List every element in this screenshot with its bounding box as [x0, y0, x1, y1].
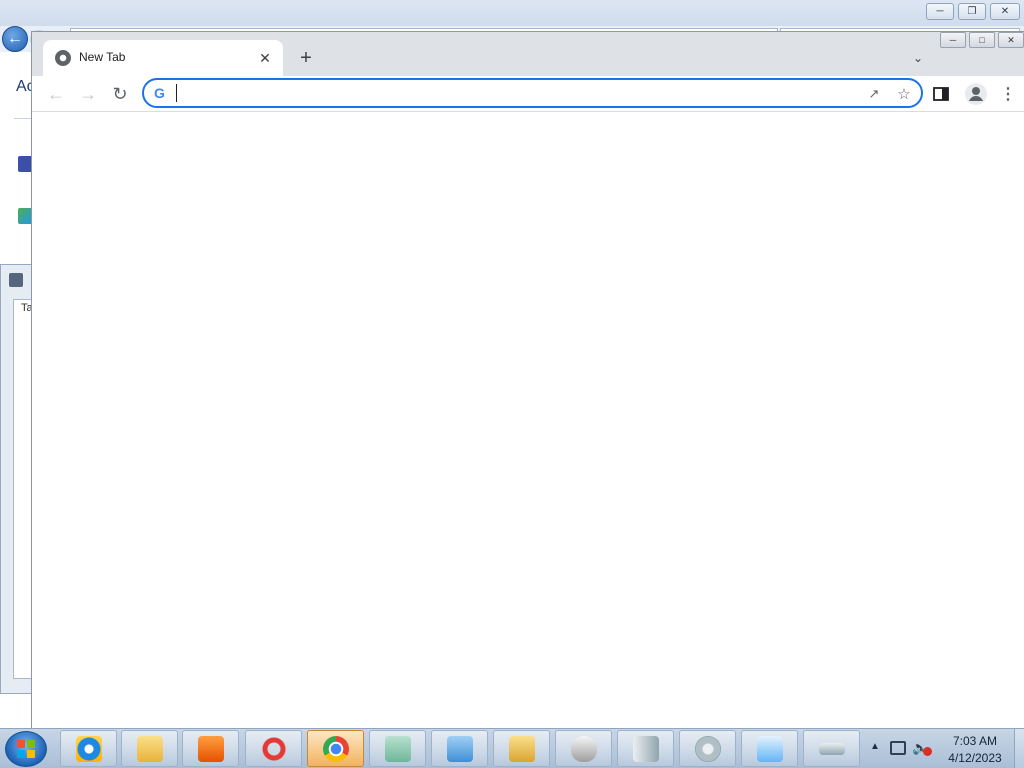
- chrome-icon: [322, 735, 349, 762]
- new-tab-button[interactable]: +: [294, 46, 318, 70]
- document-icon: [384, 735, 411, 762]
- clock-date[interactable]: 4/12/2023: [944, 751, 1006, 765]
- close-button[interactable]: ✕: [998, 32, 1024, 48]
- folder-check-icon: [508, 735, 535, 762]
- star-icon[interactable]: ☆: [895, 85, 913, 103]
- chrome-window: ─ □ ✕ New Tab ✕ + ⌄ ← → ↻ G ↗ ☆ ⋮: [31, 31, 1024, 729]
- start-button[interactable]: [5, 731, 47, 767]
- system-tray: ▲ 🔈 7:03 AM 4/12/2023: [866, 729, 1024, 768]
- taskbar-date-time-settings[interactable]: [741, 730, 798, 767]
- window-icon: [9, 273, 23, 287]
- background-window-titlebar: ─ ❐ ✕: [0, 0, 1024, 26]
- taskbar-document-app[interactable]: [369, 730, 426, 767]
- calendar-clock-icon: [756, 735, 783, 762]
- taskbar-sound-settings[interactable]: [679, 730, 736, 767]
- taskbar-server-app[interactable]: [617, 730, 674, 767]
- minimize-button[interactable]: ─: [926, 3, 954, 20]
- taskbar-file-explorer[interactable]: [121, 730, 178, 767]
- chrome-toolbar: ← → ↻ G ↗ ☆ ⋮: [32, 76, 1024, 112]
- address-input[interactable]: [176, 84, 816, 102]
- back-arrow-icon[interactable]: ←: [2, 26, 28, 52]
- close-button[interactable]: ✕: [990, 3, 1020, 20]
- taskbar: ▲ 🔈 7:03 AM 4/12/2023: [0, 728, 1024, 768]
- reload-icon[interactable]: ↻: [107, 81, 133, 107]
- mouse-icon: [570, 735, 597, 762]
- ccleaner-icon: [260, 735, 287, 762]
- media-player-icon: [197, 735, 224, 762]
- close-icon[interactable]: ✕: [255, 48, 275, 68]
- keyboard-icon: [818, 742, 845, 755]
- maximize-button[interactable]: □: [969, 32, 995, 48]
- control-panel-icon: [446, 735, 473, 762]
- taskbar-media-player[interactable]: [182, 730, 239, 767]
- mute-badge-icon: [923, 747, 932, 756]
- window-controls: ─ □ ✕: [937, 32, 1024, 50]
- tab-title: New Tab: [79, 50, 126, 64]
- forward-arrow-icon[interactable]: →: [75, 81, 101, 107]
- clock-time[interactable]: 7:03 AM: [944, 734, 1006, 748]
- taskbar-mouse-settings[interactable]: [555, 730, 612, 767]
- server-icon: [632, 735, 659, 762]
- google-g-icon: G: [154, 85, 165, 101]
- restore-button[interactable]: ❐: [958, 3, 986, 20]
- chrome-favicon: [55, 50, 71, 66]
- chevron-down-icon[interactable]: ⌄: [908, 48, 928, 68]
- taskbar-folder-tasks[interactable]: [493, 730, 550, 767]
- folder-icon: [136, 735, 163, 762]
- side-panel-icon[interactable]: [932, 85, 950, 103]
- network-icon[interactable]: [890, 741, 906, 755]
- omnibox[interactable]: G ↗ ☆: [142, 78, 923, 108]
- taskbar-chrome[interactable]: [307, 730, 364, 767]
- taskbar-keyboard-settings[interactable]: [803, 730, 860, 767]
- taskbar-control-panel[interactable]: [431, 730, 488, 767]
- tab-new-tab[interactable]: New Tab ✕: [43, 40, 283, 76]
- windows-logo-icon: [17, 740, 35, 758]
- speaker-icon: [694, 735, 721, 762]
- internet-explorer-icon: [75, 735, 102, 762]
- show-desktop-button[interactable]: [1014, 729, 1024, 768]
- chrome-tab-strip: ─ □ ✕ New Tab ✕ + ⌄: [32, 32, 1024, 76]
- page-content: [32, 112, 1024, 729]
- taskbar-internet-explorer[interactable]: [60, 730, 117, 767]
- minimize-button[interactable]: ─: [940, 32, 966, 48]
- plus-icon: +: [300, 46, 312, 69]
- profile-icon[interactable]: [965, 83, 987, 105]
- show-hidden-icons-icon[interactable]: ▲: [870, 741, 880, 752]
- taskbar-ccleaner[interactable]: [245, 730, 302, 767]
- kebab-menu-icon[interactable]: ⋮: [998, 82, 1018, 106]
- share-icon[interactable]: ↗: [865, 85, 883, 103]
- back-arrow-icon[interactable]: ←: [43, 81, 69, 107]
